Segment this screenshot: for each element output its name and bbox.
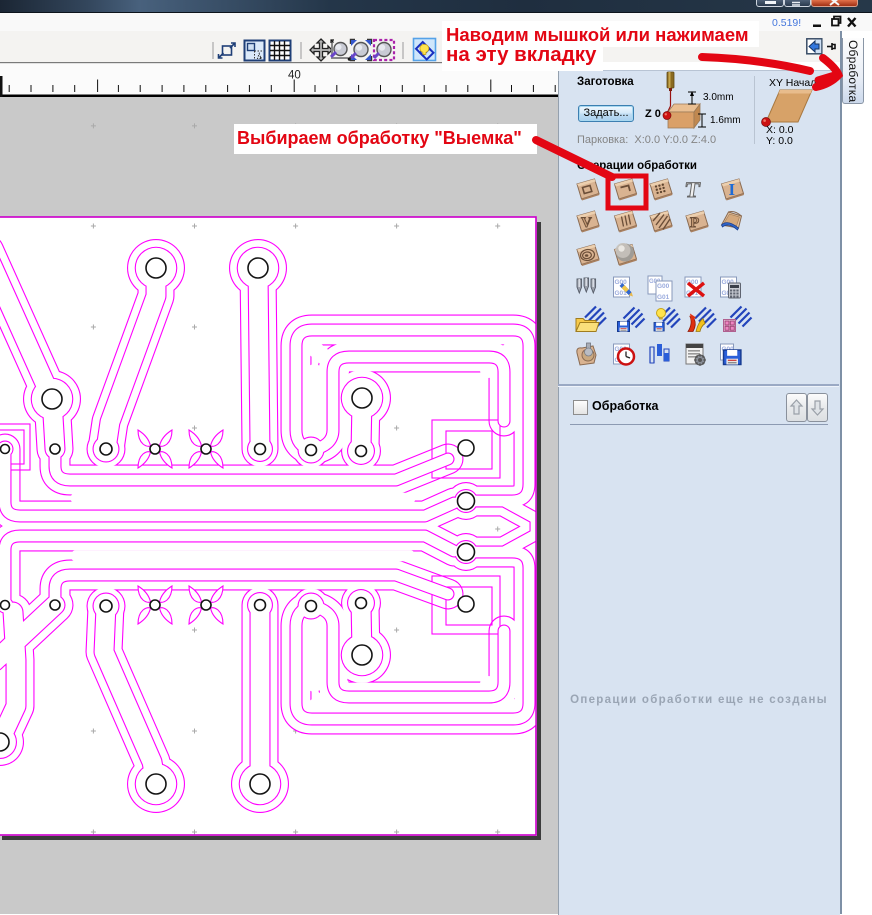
svg-text:I: I bbox=[729, 180, 736, 199]
svg-text:P: P bbox=[690, 215, 699, 231]
svg-text:V: V bbox=[581, 215, 592, 231]
svg-text:T: T bbox=[683, 177, 701, 202]
